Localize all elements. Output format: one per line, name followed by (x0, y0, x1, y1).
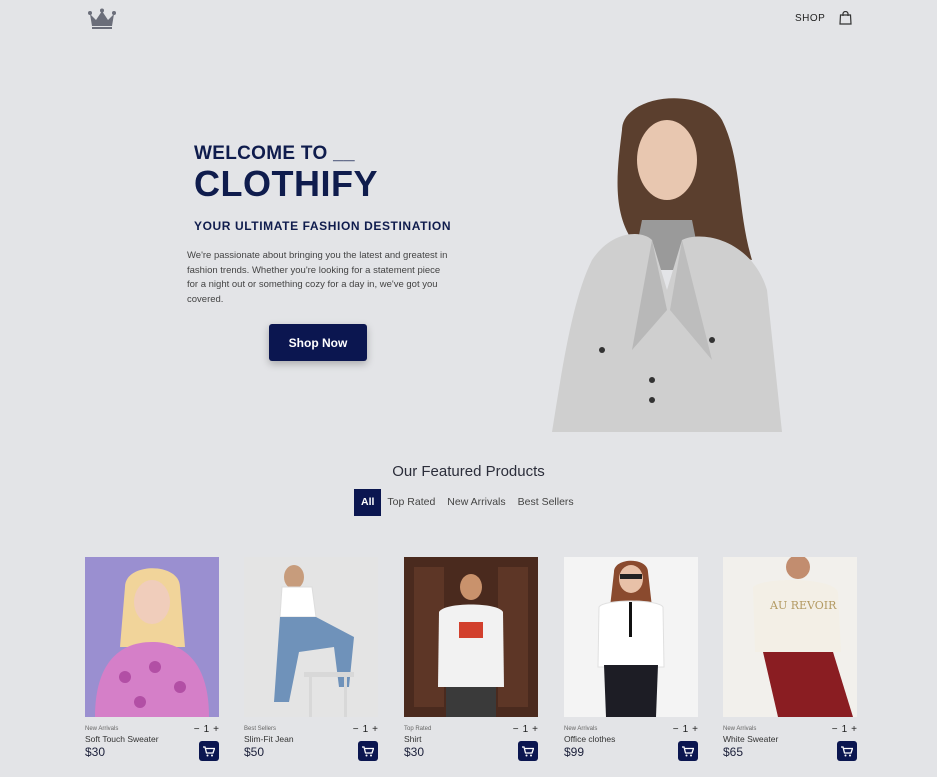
filter-tab-best-sellers[interactable]: Best Sellers (512, 489, 580, 516)
minus-icon[interactable]: − (194, 724, 200, 735)
hero-welcome-wrap: WELCOME TO __ (194, 143, 355, 165)
product-price: $50 (244, 745, 265, 759)
hero-tagline: YOUR ULTIMATE FASHION DESTINATION (194, 219, 452, 233)
hero-brand-title: CLOTHIFY (194, 163, 378, 204)
product-price: $30 (404, 745, 425, 759)
plus-icon[interactable]: + (213, 724, 219, 735)
add-to-cart-button[interactable] (837, 741, 857, 761)
product-card[interactable]: AU REVOIR New Arrivals White Sweater $65… (723, 557, 857, 761)
product-card[interactable]: New Arrivals Office clothes $99 − 1 + (564, 557, 698, 761)
product-category: New Arrivals (723, 726, 757, 732)
cart-icon (682, 745, 694, 756)
product-name: Office clothes (564, 734, 616, 744)
hero-welcome: WELCOME TO __ (194, 143, 355, 164)
add-to-cart-button[interactable] (199, 741, 219, 761)
nav-shop-link[interactable]: SHOP (795, 13, 825, 24)
product-price: $65 (723, 745, 744, 759)
minus-icon[interactable]: − (353, 724, 359, 735)
product-image[interactable] (244, 557, 378, 717)
plus-icon[interactable]: + (372, 724, 378, 735)
cart-icon (362, 745, 374, 756)
quantity-stepper: − 1 + (353, 724, 378, 735)
product-image[interactable] (85, 557, 219, 717)
quantity-stepper: − 1 + (832, 724, 857, 735)
product-name: White Sweater (723, 734, 779, 744)
crown-icon[interactable] (88, 8, 116, 30)
quantity-value: 1 (682, 724, 689, 735)
minus-icon[interactable]: − (513, 724, 519, 735)
product-category: Top Rated (404, 726, 432, 732)
cart-icon (203, 745, 215, 756)
product-image[interactable] (564, 557, 698, 717)
filter-tab-top-rated[interactable]: Top Rated (381, 489, 441, 516)
product-price: $99 (564, 745, 585, 759)
product-name: Soft Touch Sweater (85, 734, 159, 744)
filter-tab-new-arrivals[interactable]: New Arrivals (441, 489, 511, 516)
plus-icon[interactable]: + (851, 724, 857, 735)
product-category: New Arrivals (564, 726, 598, 732)
quantity-value: 1 (203, 724, 210, 735)
product-category: Best Sellers (244, 726, 277, 732)
quantity-stepper: − 1 + (513, 724, 538, 735)
cart-icon (841, 745, 853, 756)
shopping-bag-icon[interactable] (839, 11, 852, 25)
featured-products-title: Our Featured Products (392, 463, 545, 480)
cart-icon (522, 745, 534, 756)
product-card[interactable]: Top Rated Shirt $30 − 1 + (404, 557, 538, 761)
quantity-stepper: − 1 + (194, 724, 219, 735)
add-to-cart-button[interactable] (678, 741, 698, 761)
product-image[interactable]: AU REVOIR (723, 557, 857, 717)
minus-icon[interactable]: − (832, 724, 838, 735)
quantity-value: 1 (841, 724, 848, 735)
hero-description: We're passionate about bringing you the … (187, 250, 448, 305)
quantity-value: 1 (522, 724, 529, 735)
plus-icon[interactable]: + (692, 724, 698, 735)
top-nav: SHOP (0, 0, 937, 40)
product-filter-tabs: All Top Rated New Arrivals Best Sellers (354, 489, 580, 516)
product-category: New Arrivals (85, 726, 119, 732)
product-name: Slim-Fit Jean (244, 734, 294, 744)
plus-icon[interactable]: + (532, 724, 538, 735)
svg-text:AU REVOIR: AU REVOIR (769, 599, 837, 612)
add-to-cart-button[interactable] (358, 741, 378, 761)
product-card[interactable]: Best Sellers Slim-Fit Jean $50 − 1 + (244, 557, 378, 761)
product-card[interactable]: New Arrivals Soft Touch Sweater $30 − 1 … (85, 557, 219, 761)
product-price: $30 (85, 745, 106, 759)
add-to-cart-button[interactable] (518, 741, 538, 761)
quantity-value: 1 (362, 724, 369, 735)
hero-model-image (552, 98, 782, 432)
minus-icon[interactable]: − (673, 724, 679, 735)
filter-tab-all[interactable]: All (354, 489, 382, 516)
product-name: Shirt (404, 734, 422, 744)
shop-now-button[interactable]: Shop Now (269, 324, 367, 361)
quantity-stepper: − 1 + (673, 724, 698, 735)
product-image[interactable] (404, 557, 538, 717)
